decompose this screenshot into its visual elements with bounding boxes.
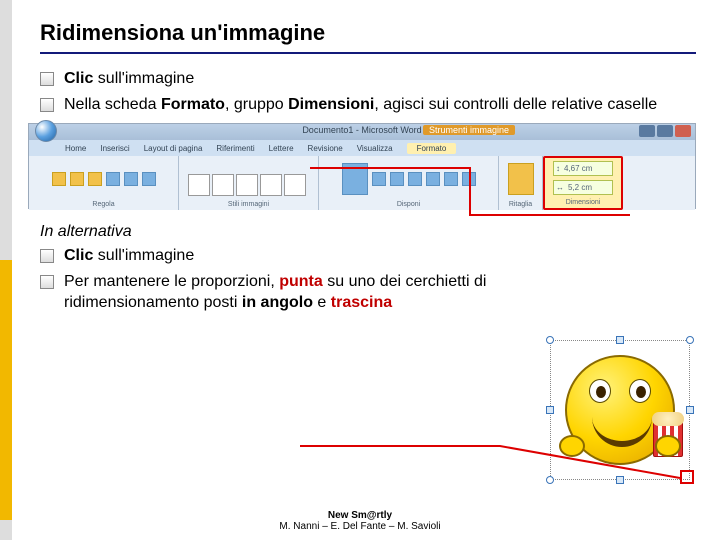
group-button[interactable] — [444, 172, 458, 186]
bullet-top-1: Clic sull'immagine — [40, 68, 696, 90]
width-input[interactable]: ↔ 5,2 cm — [553, 180, 613, 195]
picture-styles-gallery[interactable] — [185, 171, 312, 199]
recolor-button[interactable] — [88, 172, 102, 186]
reset-image-button[interactable] — [142, 172, 156, 186]
contextual-tab-label: Strumenti immagine — [423, 125, 515, 135]
change-image-button[interactable] — [124, 172, 138, 186]
tab-insert[interactable]: Inserisci — [100, 144, 129, 153]
tab-mailings[interactable]: Lettere — [269, 144, 294, 153]
selected-image[interactable] — [550, 340, 690, 480]
resize-handle-tl[interactable] — [546, 336, 554, 344]
tab-format[interactable]: Formato — [407, 143, 457, 154]
height-input[interactable]: ↕ 4,67 cm — [553, 161, 613, 176]
window-buttons[interactable] — [639, 125, 691, 137]
tab-layout[interactable]: Layout di pagina — [144, 144, 203, 153]
slide-title: Ridimensiona un'immagine — [40, 20, 696, 46]
group-ritaglia: Ritaglia — [499, 156, 543, 210]
bring-front-button[interactable] — [372, 172, 386, 186]
bullet-bottom-1: Clic sull'immagine — [40, 245, 696, 267]
brightness-button[interactable] — [52, 172, 66, 186]
resize-handle-tr[interactable] — [686, 336, 694, 344]
align-button[interactable] — [426, 172, 440, 186]
slide-footer: New Sm@rtly M. Nanni – E. Del Fante – M.… — [0, 510, 720, 532]
office-button[interactable] — [35, 120, 57, 142]
alternative-heading: In alternativa — [40, 223, 696, 241]
contrast-button[interactable] — [70, 172, 84, 186]
resize-handle-r[interactable] — [686, 406, 694, 414]
bullet-marker — [40, 249, 54, 263]
compress-button[interactable] — [106, 172, 120, 186]
group-regola: Regola — [29, 156, 179, 210]
bullet-marker — [40, 275, 54, 289]
group-dimensioni: ↕ 4,67 cm ↔ 5,2 cm Dimensioni — [543, 156, 623, 210]
resize-handle-b[interactable] — [616, 476, 624, 484]
title-underline — [40, 52, 696, 54]
resize-handle-t[interactable] — [616, 336, 624, 344]
smiley-image — [565, 355, 675, 465]
group-stili: Stili immagini — [179, 156, 319, 210]
group-disponi: Disponi — [319, 156, 499, 210]
tab-references[interactable]: Riferimenti — [216, 144, 254, 153]
bullet-top-2: Nella scheda Formato, gruppo Dimensioni,… — [40, 94, 696, 116]
rotate-button[interactable] — [462, 172, 476, 186]
resize-handle-br-highlighted[interactable] — [680, 470, 694, 484]
bullet-marker — [40, 98, 54, 112]
bullet-bottom-2: Per mantenere le proporzioni, punta su u… — [40, 271, 540, 314]
tab-view[interactable]: Visualizza — [357, 144, 393, 153]
tab-review[interactable]: Revisione — [308, 144, 343, 153]
resize-handle-bl[interactable] — [546, 476, 554, 484]
document-title: Documento1 - Microsoft Word — [302, 125, 421, 135]
resize-handle-l[interactable] — [546, 406, 554, 414]
crop-button[interactable] — [508, 163, 534, 195]
slide-sidebar-accent — [0, 260, 12, 520]
tab-home[interactable]: Home — [65, 144, 86, 153]
word-ribbon: Documento1 - Microsoft Word Strumenti im… — [28, 123, 696, 209]
text-wrap-button[interactable] — [408, 172, 422, 186]
ribbon-tabs: Home Inserisci Layout di pagina Riferime… — [29, 140, 695, 156]
send-back-button[interactable] — [390, 172, 404, 186]
bullet-marker — [40, 72, 54, 86]
position-button[interactable] — [342, 163, 368, 195]
